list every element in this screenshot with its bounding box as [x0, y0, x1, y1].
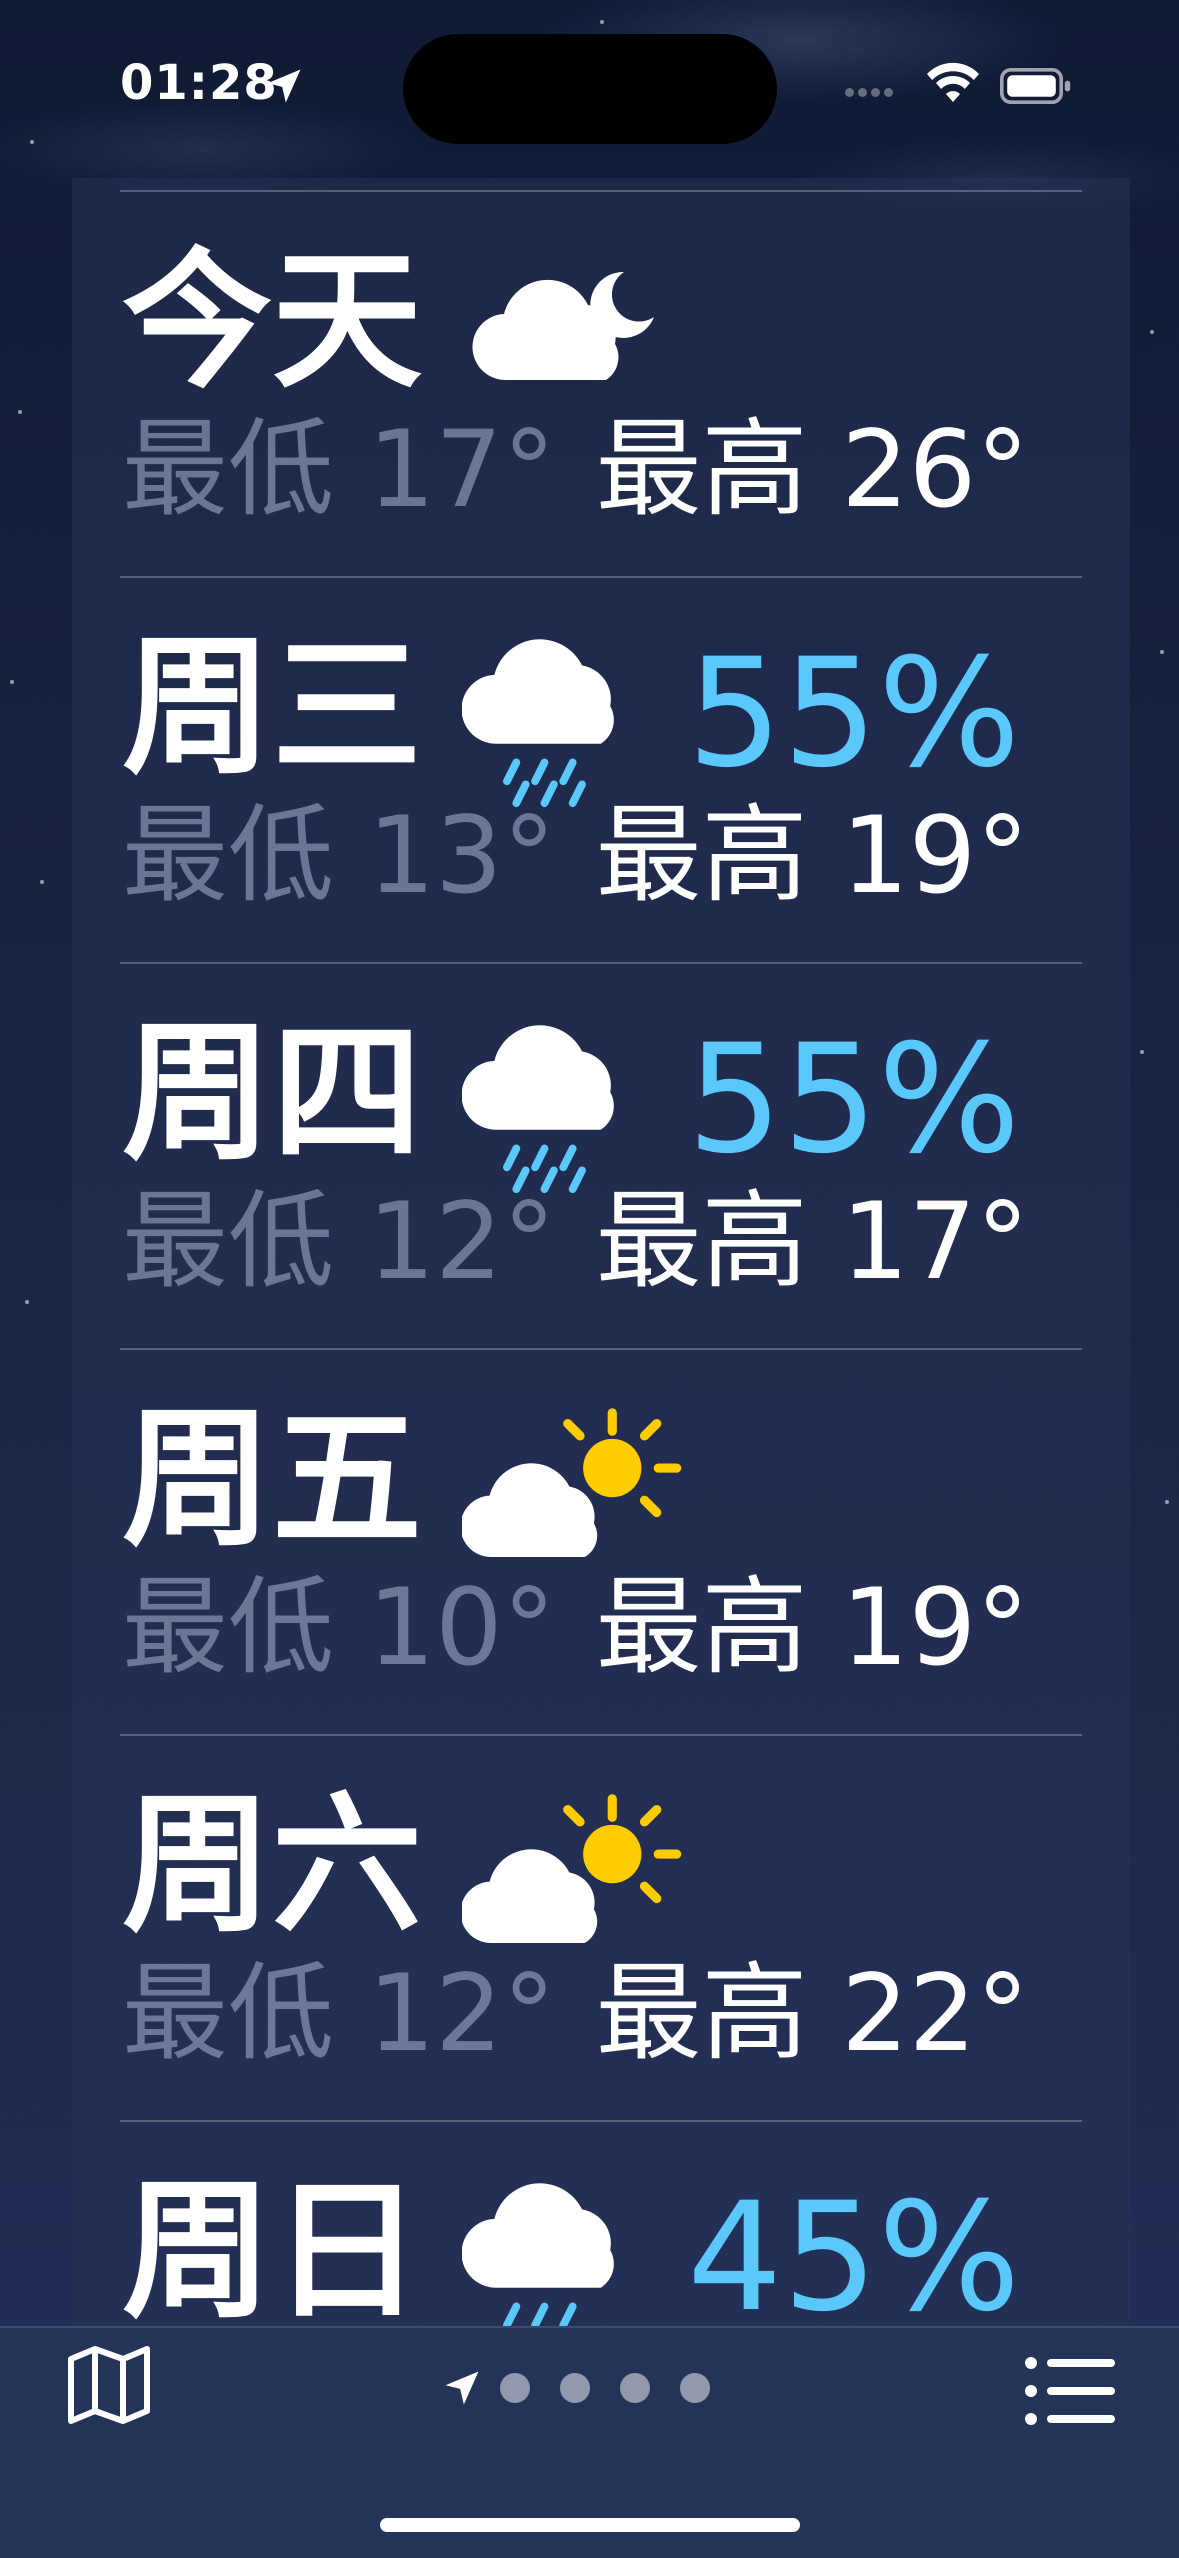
day-label: 周四	[122, 1007, 423, 1181]
page-dot[interactable]	[560, 2373, 590, 2403]
home-indicator	[380, 2518, 800, 2532]
location-arrow-icon	[267, 69, 301, 103]
high-temp: 最高 26°	[595, 408, 1030, 531]
high-temp: 最高 19°	[595, 1566, 1030, 1689]
high-temp: 最高 22°	[595, 1952, 1030, 2075]
day-label: 周日	[122, 2165, 423, 2328]
page-dot[interactable]	[500, 2373, 530, 2403]
partly-sunny-icon	[462, 1794, 682, 1944]
rain-icon	[462, 639, 614, 808]
precip-chance: 55%	[687, 627, 1021, 801]
forecast-row-sun[interactable]: 周日 45%	[72, 2120, 1130, 2328]
high-temp: 最高 17°	[595, 1180, 1030, 1303]
forecast-row-wed[interactable]: 周三 55% 最低 13° 最高 19°	[72, 576, 1130, 962]
low-temp: 最低 13°	[122, 794, 556, 917]
low-temp: 最低 12°	[122, 1952, 556, 2075]
daily-forecast-panel[interactable]: 今天 最低 17°最高 26° 周三 55% 最低 13°最高 19° 周四	[72, 178, 1130, 2328]
forecast-row-thu[interactable]: 周四 55% 最低 12° 最高 17°	[72, 962, 1130, 1348]
partly-sunny-icon	[462, 1408, 682, 1558]
battery-icon	[1000, 68, 1071, 104]
current-location-arrow-icon[interactable]	[440, 2366, 484, 2410]
temp-range: 最低 12° 最高 17°	[122, 1187, 1029, 1297]
rain-icon	[462, 2183, 614, 2328]
temp-range: 最低 13° 最高 19°	[122, 801, 1029, 911]
low-temp: 最低 17°	[122, 408, 556, 531]
forecast-row-fri[interactable]: 周五 最低 10° 最高 19°	[72, 1348, 1130, 1734]
wifi-icon	[927, 62, 979, 102]
precip-chance: 45%	[687, 2171, 1021, 2328]
map-icon[interactable]	[65, 2345, 153, 2425]
day-label: 今天	[122, 235, 423, 409]
day-label: 周三	[122, 621, 423, 795]
page-indicator[interactable]	[440, 2368, 740, 2408]
status-bar: 01:28	[0, 0, 1179, 180]
cellular-signal-icon	[845, 82, 897, 101]
rain-icon	[462, 1025, 614, 1194]
low-temp: 最低 10°	[122, 1566, 556, 1689]
page-dot[interactable]	[680, 2373, 710, 2403]
high-temp: 最高 19°	[595, 794, 1030, 917]
dynamic-island	[403, 34, 777, 144]
day-label: 周六	[122, 1779, 423, 1953]
day-label: 周五	[122, 1393, 423, 1567]
temp-range: 最低 10° 最高 19°	[122, 1573, 1029, 1683]
status-time: 01:28	[120, 55, 278, 111]
forecast-row-today[interactable]: 今天 最低 17° 最高 26°	[72, 190, 1130, 576]
list-icon[interactable]	[1025, 2355, 1115, 2427]
forecast-row-sat[interactable]: 周六 最低 12° 最高 22°	[72, 1734, 1130, 2120]
precip-chance: 55%	[687, 1013, 1021, 1187]
temp-range: 最低 12° 最高 22°	[122, 1959, 1029, 2069]
page-dot[interactable]	[620, 2373, 650, 2403]
low-temp: 最低 12°	[122, 1180, 556, 1303]
temp-range: 最低 17° 最高 26°	[122, 415, 1029, 525]
partly-cloudy-night-icon	[472, 271, 654, 381]
